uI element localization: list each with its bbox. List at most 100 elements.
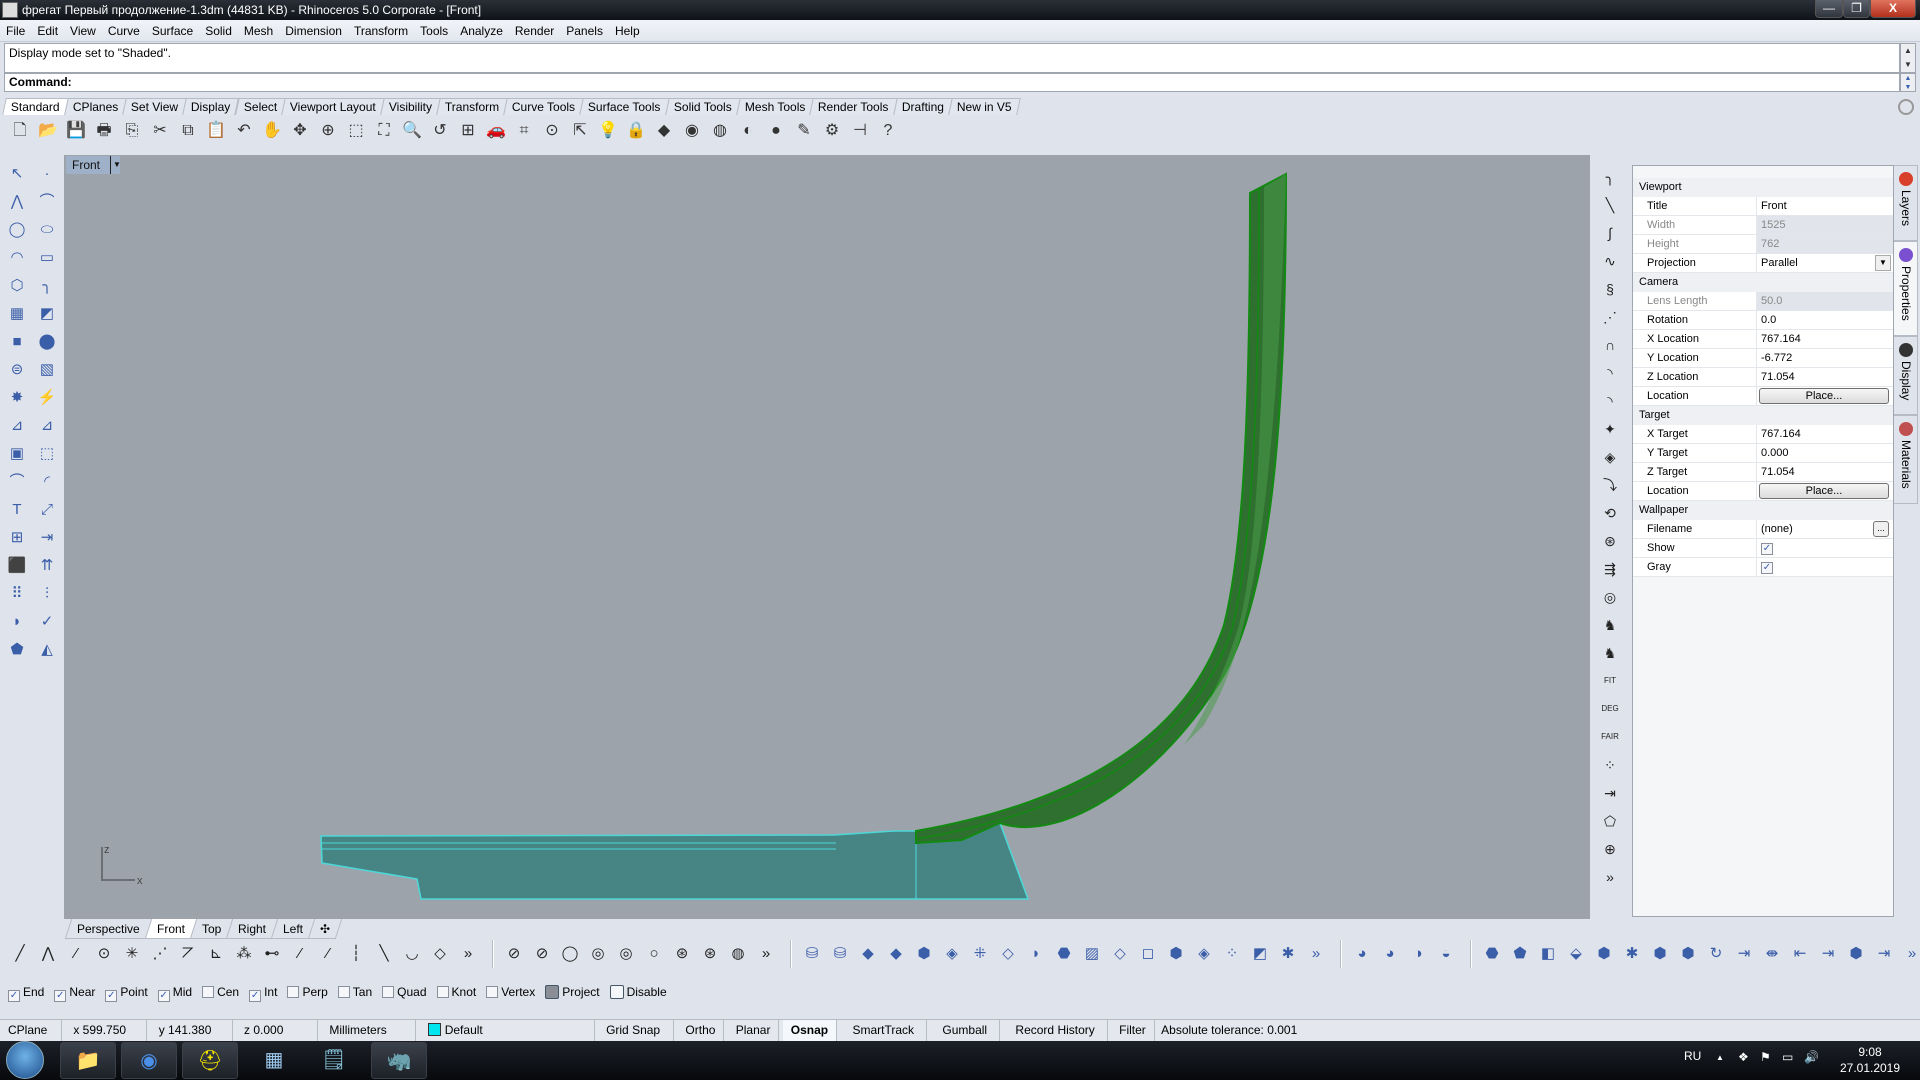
curve-icon[interactable]: ⌒ bbox=[35, 190, 59, 214]
osnap-toggle[interactable]: Osnap bbox=[782, 1020, 838, 1041]
four-viewports-icon[interactable]: ⊞ bbox=[456, 119, 480, 143]
zoom-selected-icon[interactable]: 🔍 bbox=[400, 119, 424, 143]
dropdown-arrow-icon[interactable]: ▼ bbox=[1875, 255, 1891, 271]
property-value[interactable]: 0.0 bbox=[1757, 311, 1893, 329]
side-tab-properties[interactable]: Properties bbox=[1894, 241, 1918, 336]
menu-file[interactable]: File bbox=[0, 20, 31, 42]
arc-icon[interactable]: ◠ bbox=[5, 246, 29, 270]
surface-icon[interactable]: ◆ bbox=[856, 940, 880, 968]
property-value[interactable]: 71.054 bbox=[1757, 463, 1893, 481]
ellipse-icon[interactable]: ⬭ bbox=[35, 218, 59, 242]
line-extend-icon[interactable]: ⊷ bbox=[260, 940, 284, 968]
tab-mesh-tools[interactable]: Mesh Tools bbox=[735, 98, 814, 115]
more-icon[interactable]: » bbox=[754, 940, 778, 968]
deg-icon[interactable]: DEG bbox=[1596, 696, 1624, 722]
place-button[interactable]: Place... bbox=[1759, 388, 1889, 404]
osnap-end[interactable]: ✓ End bbox=[8, 985, 44, 1002]
arc-icon[interactable]: ∩ bbox=[1596, 332, 1624, 358]
fit-icon[interactable]: FIT bbox=[1596, 668, 1624, 694]
menu-render[interactable]: Render bbox=[509, 20, 560, 42]
mesh-surface-icon[interactable]: ▧ bbox=[35, 358, 59, 382]
fillet-icon[interactable]: ◜ bbox=[35, 470, 59, 494]
hull-shape[interactable] bbox=[915, 172, 1288, 845]
planar-icon[interactable]: ◩ bbox=[1248, 940, 1272, 968]
sweep2-icon[interactable]: ⬣ bbox=[1052, 940, 1076, 968]
match-icon[interactable]: ⇥ bbox=[1596, 780, 1624, 806]
edge-surface-icon[interactable]: ◇ bbox=[996, 940, 1020, 968]
show-hidden-icons-icon[interactable]: ▲ bbox=[1716, 1053, 1724, 1062]
wire-cut-icon[interactable]: ⬙ bbox=[1564, 940, 1588, 968]
zoom-window-icon[interactable]: ⬚ bbox=[344, 119, 368, 143]
dimension-icon[interactable]: ⊣ bbox=[848, 119, 872, 143]
history-scrollbar[interactable]: ▲ ▼ bbox=[1900, 43, 1916, 73]
tab-visibility[interactable]: Visibility bbox=[379, 98, 441, 115]
grid-snap-toggle[interactable]: Grid Snap bbox=[598, 1020, 675, 1041]
light-bulb-icon[interactable]: 💡 bbox=[596, 119, 620, 143]
angle-line-icon[interactable]: ⦢ bbox=[176, 940, 200, 968]
render-sphere-icon[interactable]: ● bbox=[764, 119, 788, 143]
line-normal-icon[interactable]: ✳ bbox=[120, 940, 144, 968]
pan-icon[interactable]: ✋ bbox=[260, 119, 284, 143]
osnap-cen[interactable]: Cen bbox=[202, 985, 239, 999]
save-icon[interactable]: 💾 bbox=[64, 119, 88, 143]
fair-icon[interactable]: FAIR bbox=[1596, 724, 1624, 750]
box-icon[interactable]: ■ bbox=[5, 330, 29, 354]
tab-viewport-layout[interactable]: Viewport Layout bbox=[281, 98, 385, 115]
cap-icon[interactable]: ⬣ bbox=[1480, 940, 1504, 968]
osnap-disable[interactable]: Disable bbox=[609, 985, 667, 999]
trim-alt-icon[interactable]: ⊿ bbox=[35, 414, 59, 438]
diagonal-line-icon[interactable]: ╲ bbox=[372, 940, 396, 968]
line-segments-icon[interactable]: ⁄ bbox=[64, 940, 88, 968]
property-value[interactable]: ✓ bbox=[1757, 558, 1893, 576]
place-button[interactable]: Place... bbox=[1759, 483, 1889, 499]
add-viewport-tab-button[interactable]: ✣ bbox=[307, 919, 343, 939]
menu-view[interactable]: View bbox=[64, 20, 102, 42]
osnap-near[interactable]: ✓ Near bbox=[54, 985, 95, 1002]
property-checkbox[interactable]: ✓ bbox=[1761, 562, 1773, 574]
more-icon[interactable]: » bbox=[1900, 940, 1920, 968]
boolean-union-icon[interactable]: ◕ bbox=[1350, 940, 1374, 968]
points-icon[interactable]: ⁘ bbox=[1596, 752, 1624, 778]
blend-icon[interactable]: ╲ bbox=[1596, 192, 1624, 218]
osnap-project[interactable]: Project bbox=[545, 985, 600, 999]
tab-transform[interactable]: Transform bbox=[436, 98, 508, 115]
polyline-icon[interactable]: ⋀ bbox=[36, 940, 60, 968]
split-solid-icon[interactable]: ◧ bbox=[1536, 940, 1560, 968]
clock[interactable]: 9:08 27.01.2019 bbox=[1830, 1044, 1910, 1076]
circle-center-icon[interactable]: ⊘ bbox=[502, 940, 526, 968]
select-arrow-icon[interactable]: ↖ bbox=[5, 162, 29, 186]
network-icon[interactable]: ▭ bbox=[1782, 1050, 1793, 1064]
menu-help[interactable]: Help bbox=[609, 20, 646, 42]
network-icon[interactable]: ▨ bbox=[1080, 940, 1104, 968]
menu-surface[interactable]: Surface bbox=[146, 20, 199, 42]
bisector-icon[interactable]: ⊾ bbox=[204, 940, 228, 968]
color-wheel-icon[interactable]: ◉ bbox=[680, 119, 704, 143]
cut-icon[interactable]: ✂ bbox=[148, 119, 172, 143]
plane-icon[interactable]: ◆ bbox=[884, 940, 908, 968]
layer-icon[interactable]: ◆ bbox=[652, 119, 676, 143]
circle-icon[interactable]: ○ bbox=[642, 940, 666, 968]
copy-icon[interactable]: ⧉ bbox=[176, 119, 200, 143]
shell-icon[interactable]: ⇥ bbox=[1872, 940, 1896, 968]
tab-select[interactable]: Select bbox=[234, 98, 286, 115]
vertical-line-icon[interactable]: ┆ bbox=[344, 940, 368, 968]
menu-analyze[interactable]: Analyze bbox=[454, 20, 509, 42]
blend-srf-icon[interactable]: ◻ bbox=[1136, 940, 1160, 968]
extrude-up-icon[interactable]: ⇈ bbox=[35, 554, 59, 578]
rhino-app-icon[interactable] bbox=[2, 2, 18, 18]
gumball-icon[interactable]: ⊕ bbox=[1596, 836, 1624, 862]
side-tab-materials[interactable]: Materials bbox=[1894, 415, 1918, 504]
fillet-curve-icon[interactable]: ╮ bbox=[35, 274, 59, 298]
viewport-menu-caret-icon[interactable]: ▼ bbox=[110, 156, 122, 174]
solid-box-icon[interactable]: ⬢ bbox=[1648, 940, 1672, 968]
box-surface-icon[interactable]: ⬢ bbox=[912, 940, 936, 968]
scroll-up-icon[interactable]: ▲ bbox=[1901, 74, 1915, 83]
circle-icon[interactable]: ◯ bbox=[5, 218, 29, 242]
tab-drafting[interactable]: Drafting bbox=[892, 98, 953, 115]
boolean-intersection-icon[interactable]: ◑ bbox=[1406, 940, 1430, 968]
arc-curve-icon[interactable]: ◡ bbox=[400, 940, 424, 968]
group-icon[interactable]: ▣ bbox=[5, 442, 29, 466]
line-icon-2[interactable]: ⁄ bbox=[316, 940, 340, 968]
circle-fit-icon[interactable]: ◍ bbox=[726, 940, 750, 968]
osnap-point[interactable]: ✓ Point bbox=[105, 985, 148, 1002]
